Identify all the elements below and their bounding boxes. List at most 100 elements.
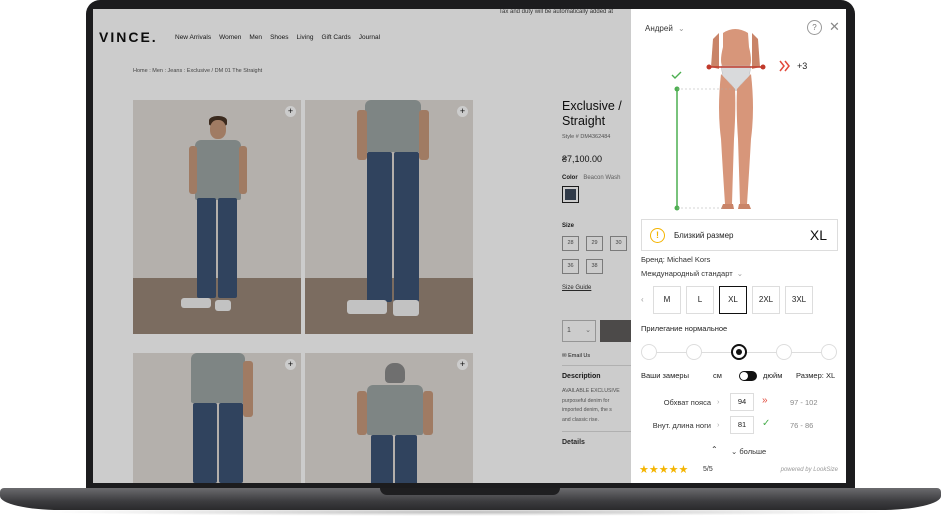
color-label: Color Beacon Wash <box>562 175 620 181</box>
fit-slider-stop[interactable] <box>776 344 792 360</box>
size-label: Size <box>562 223 575 229</box>
measured-size: Размер: XL <box>796 371 836 380</box>
measurement-label: Обхват пояса <box>663 398 711 407</box>
chevron-up-icon[interactable]: ⌃ <box>711 445 718 454</box>
size-option-28[interactable]: 28 <box>562 236 579 251</box>
size-option-l[interactable]: L <box>686 286 714 314</box>
chevron-right-icon: › <box>717 397 720 406</box>
star-icon: ★ <box>668 464 679 476</box>
size-option-3xl[interactable]: 3XL <box>785 286 813 314</box>
screen: Tax and duty will be automatically added… <box>93 9 846 483</box>
fit-slider-stop[interactable] <box>821 344 837 360</box>
product-title-line2: Straight <box>562 114 606 128</box>
product-photo-side[interactable]: + <box>133 353 301 483</box>
check-icon: ✓ <box>762 418 771 429</box>
product-photo-closeup[interactable]: + <box>305 100 473 334</box>
description-heading[interactable]: Description <box>562 373 601 380</box>
fit-label: Прилегание нормальное <box>641 324 728 333</box>
envelope-icon: ✉ <box>562 353 567 359</box>
fit-result-box: ! Близкий размер XL <box>641 219 838 251</box>
fit-slider-stop[interactable] <box>686 344 702 360</box>
size-guide-link[interactable]: Size Guide <box>562 285 591 291</box>
site-logo[interactable]: VINCE. <box>99 29 158 45</box>
quantity-value: 1 <box>567 327 571 334</box>
description-line: imported denim, the s <box>562 407 612 413</box>
measurement-range: 76 - 86 <box>790 421 814 430</box>
nav-women[interactable]: Women <box>219 34 241 41</box>
too-tight-icon: » <box>762 395 768 406</box>
chevron-down-icon: ⌄ <box>731 447 738 456</box>
unit-toggle[interactable] <box>739 371 757 381</box>
size-option-30[interactable]: 30 <box>610 236 627 251</box>
description-line: AVAILABLE EXCLUSIVE <box>562 388 620 394</box>
product-photo-back[interactable]: + <box>305 353 473 483</box>
more-button[interactable]: ⌄ больше <box>731 447 766 456</box>
size-option-m[interactable]: M <box>653 286 681 314</box>
laptop-notch <box>380 488 560 495</box>
unit-inch[interactable]: дюйм <box>763 371 782 380</box>
standard-selector[interactable]: Международный стандарт ⌄ <box>641 269 743 278</box>
size-advisor-panel: Андрей ⌄ ? ✕ +3 ! Близкий размер XL Брен… <box>631 9 846 483</box>
product-price: ₴7,100.00 <box>562 154 603 164</box>
powered-by[interactable]: powered by LookSize <box>781 467 838 473</box>
product-style: Style # DM4362484 <box>562 134 611 140</box>
chevron-left-icon[interactable]: ‹ <box>641 295 644 304</box>
nav-men[interactable]: Men <box>249 34 262 41</box>
description-line: and classic rise. <box>562 416 599 423</box>
divider <box>562 365 632 366</box>
fit-result-size: XL <box>809 227 827 243</box>
measurement-label: Внут. длина ноги <box>652 421 711 430</box>
star-icon: ★ <box>658 464 669 476</box>
star-icon: ★ <box>639 464 649 476</box>
color-swatch[interactable] <box>562 186 579 203</box>
quantity-select[interactable]: 1 ⌄ <box>562 320 596 342</box>
fit-slider-stop-selected[interactable] <box>731 344 747 360</box>
rating-stars[interactable]: ★★★★★ <box>639 463 688 476</box>
size-option-xl[interactable]: XL <box>719 286 747 314</box>
email-us-label: Email Us <box>568 353 591 359</box>
email-us-link[interactable]: ✉ Email Us <box>562 353 590 359</box>
brand-line: Бренд: Michael Kors <box>641 255 710 264</box>
nav-shoes[interactable]: Shoes <box>270 34 288 41</box>
size-option-36[interactable]: 36 <box>562 259 579 274</box>
warning-icon: ! <box>650 228 665 243</box>
star-icon: ★ <box>648 464 659 476</box>
nav-new-arrivals[interactable]: New Arrivals <box>175 34 211 41</box>
product-page: Tax and duty will be automatically added… <box>93 9 640 483</box>
size-option-2xl[interactable]: 2XL <box>752 286 780 314</box>
product-title-line1: Exclusive / <box>562 99 622 113</box>
measurements-header: Ваши замеры см дюйм Размер: XL <box>641 371 839 381</box>
zoom-plus-icon[interactable]: + <box>285 359 296 370</box>
overflow-indicator: +3 <box>797 61 808 71</box>
color-value: Beacon Wash <box>583 175 621 181</box>
nav-living[interactable]: Living <box>297 34 314 41</box>
size-option-29[interactable]: 29 <box>586 236 603 251</box>
measurement-value-input[interactable]: 81 <box>730 416 754 434</box>
star-icon: ★ <box>678 464 689 476</box>
fit-result-text: Близкий размер <box>674 231 734 240</box>
nav-gift-cards[interactable]: Gift Cards <box>321 34 350 41</box>
zoom-plus-icon[interactable]: + <box>457 106 468 117</box>
body-figure <box>671 29 790 211</box>
zoom-plus-icon[interactable]: + <box>285 106 296 117</box>
fit-slider[interactable] <box>641 343 839 361</box>
main-nav: New Arrivals Women Men Shoes Living Gift… <box>175 34 380 41</box>
divider <box>562 431 632 432</box>
brand-label: Бренд: <box>641 255 665 264</box>
measurement-value-input[interactable]: 94 <box>730 393 754 411</box>
unit-cm[interactable]: см <box>713 371 722 380</box>
nav-journal[interactable]: Journal <box>359 34 380 41</box>
details-heading[interactable]: Details <box>562 439 585 446</box>
laptop-frame: Tax and duty will be automatically added… <box>0 0 941 525</box>
measurements-label: Ваши замеры <box>641 371 689 380</box>
fit-slider-stop[interactable] <box>641 344 657 360</box>
size-option-38[interactable]: 38 <box>586 259 603 274</box>
measurement-range: 97 - 102 <box>790 398 818 407</box>
chevron-down-icon: ⌄ <box>736 269 744 278</box>
zoom-plus-icon[interactable]: + <box>457 359 468 370</box>
product-photo-front[interactable]: + <box>133 100 301 334</box>
rating-value: 5/5 <box>703 466 713 473</box>
breadcrumb: Home : Men : Jeans : Exclusive / DM 01 T… <box>133 68 263 74</box>
chevron-right-icon: › <box>717 420 720 429</box>
color-label-text: Color <box>562 175 578 181</box>
